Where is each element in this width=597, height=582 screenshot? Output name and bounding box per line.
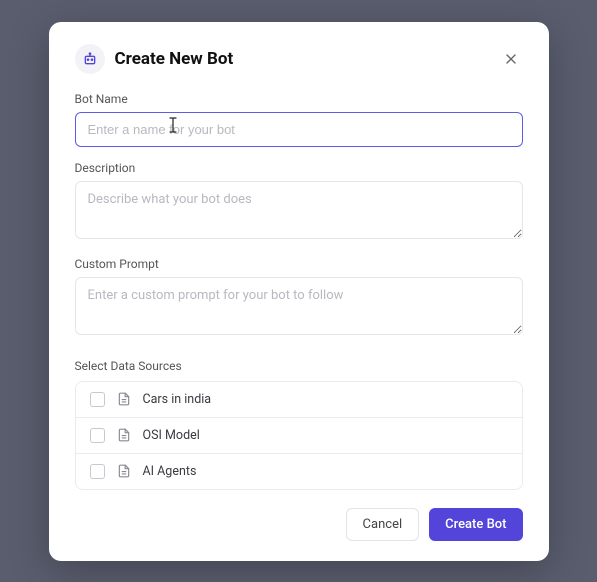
description-input[interactable]	[75, 181, 523, 239]
create-bot-button[interactable]: Create Bot	[429, 508, 522, 541]
data-source-label: OSI Model	[143, 428, 200, 443]
custom-prompt-input[interactable]	[75, 277, 523, 335]
custom-prompt-label: Custom Prompt	[75, 257, 523, 271]
data-source-item[interactable]: Cars in india	[76, 382, 522, 418]
bot-name-group: Bot Name	[75, 92, 523, 147]
modal-header: Create New Bot	[75, 44, 523, 74]
bot-name-input[interactable]	[75, 112, 523, 147]
bot-icon	[75, 44, 105, 74]
modal-footer: Cancel Create Bot	[75, 508, 523, 541]
document-icon	[117, 428, 131, 442]
data-source-checkbox[interactable]	[90, 464, 105, 479]
data-source-label: AI Agents	[143, 464, 197, 479]
data-source-checkbox[interactable]	[90, 392, 105, 407]
data-sources-section: Select Data Sources Cars in india OSI Mo…	[75, 359, 523, 490]
data-source-label: Cars in india	[143, 392, 212, 407]
data-source-item[interactable]: OSI Model	[76, 418, 522, 454]
close-button[interactable]	[499, 47, 523, 71]
custom-prompt-group: Custom Prompt	[75, 257, 523, 339]
data-sources-label: Select Data Sources	[75, 359, 523, 373]
data-sources-list: Cars in india OSI Model AI Agents	[75, 381, 523, 490]
close-icon	[503, 51, 519, 67]
data-source-checkbox[interactable]	[90, 428, 105, 443]
document-icon	[117, 392, 131, 406]
modal-title-group: Create New Bot	[75, 44, 234, 74]
description-group: Description	[75, 161, 523, 243]
modal-title: Create New Bot	[115, 49, 234, 69]
document-icon	[117, 464, 131, 478]
description-label: Description	[75, 161, 523, 175]
create-bot-modal: Create New Bot Bot Name Description Cust…	[49, 22, 549, 561]
cancel-button[interactable]: Cancel	[346, 508, 420, 541]
bot-name-label: Bot Name	[75, 92, 523, 106]
data-source-item[interactable]: AI Agents	[76, 454, 522, 489]
